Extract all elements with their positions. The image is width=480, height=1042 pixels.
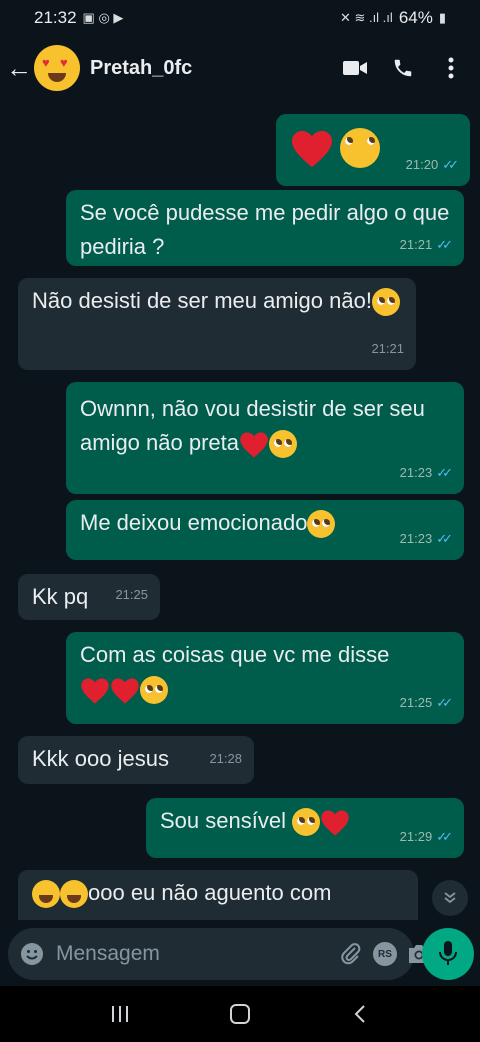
message-input[interactable] xyxy=(54,941,329,967)
microphone-icon xyxy=(439,941,457,965)
message-time: 21:25 xyxy=(399,695,433,710)
heart-emoji xyxy=(80,676,110,704)
back-arrow-icon[interactable]: ← xyxy=(6,53,34,84)
message-time: 21:23 xyxy=(399,531,433,546)
message-bubble[interactable]: Sou sensível 21:29 ✓✓ xyxy=(146,798,464,858)
read-ticks-icon: ✓✓ xyxy=(442,157,459,172)
message-time: 21:23 xyxy=(399,465,433,480)
battery-level: 64% xyxy=(398,8,433,27)
message-bubble[interactable]: 21:20 ✓✓ xyxy=(276,114,470,186)
message-text: Me deixou emocionado xyxy=(80,510,308,535)
battery-icon: ▮ xyxy=(438,10,446,25)
heart-emoji xyxy=(320,808,350,836)
more-options-icon[interactable] xyxy=(438,55,464,81)
pleading-face-emoji xyxy=(307,510,336,539)
scroll-to-bottom-button[interactable] xyxy=(432,880,468,916)
message-bubble[interactable]: ooo eu não aguento com xyxy=(18,870,418,920)
message-text: Sou sensível xyxy=(160,808,286,833)
message-text: ooo eu não aguento com xyxy=(88,880,332,905)
phone-icon[interactable] xyxy=(390,55,416,81)
avatar[interactable]: ♥ ♥ xyxy=(34,45,80,91)
paperclip-icon[interactable] xyxy=(339,939,363,969)
message-composer: RS xyxy=(8,928,429,980)
home-button[interactable] xyxy=(220,994,260,1034)
status-time: 21:32 xyxy=(34,8,77,27)
message-text: Não desisti de ser meu amigo não! xyxy=(32,288,372,313)
payment-icon[interactable]: RS xyxy=(373,939,397,969)
read-ticks-icon: ✓✓ xyxy=(436,829,453,844)
microphone-button[interactable] xyxy=(422,928,474,980)
pleading-face-emoji xyxy=(269,430,297,459)
read-ticks-icon: ✓✓ xyxy=(436,465,453,480)
heart-emoji xyxy=(110,676,140,704)
message-time: 21:29 xyxy=(399,829,433,844)
pleading-face-emoji xyxy=(292,808,321,837)
message-bubble[interactable]: Kkk ooo jesus 21:28 xyxy=(18,736,254,784)
message-time: 21:28 xyxy=(209,751,242,766)
chat-header: ← ♥ ♥ Pretah_0fc xyxy=(0,36,480,100)
read-ticks-icon: ✓✓ xyxy=(436,695,453,710)
heart-emoji xyxy=(290,128,334,168)
video-call-icon[interactable] xyxy=(342,55,368,81)
message-bubble[interactable]: Ownnn, não vou desistir de ser seu amigo… xyxy=(66,382,464,494)
signal-icons: ✕ ≋ .ıl .ıl xyxy=(339,10,393,25)
pleading-face-emoji xyxy=(340,128,381,168)
read-ticks-icon: ✓✓ xyxy=(436,237,453,252)
read-ticks-icon: ✓✓ xyxy=(436,531,453,546)
message-time: 21:21 xyxy=(371,341,404,356)
message-bubble[interactable]: Com as coisas que vc me disse 21:25 ✓✓ xyxy=(66,632,464,724)
message-text: Kkk ooo jesus xyxy=(32,746,169,771)
message-text: Kk pq xyxy=(32,584,89,609)
status-bar: 21:32 ▣ ◎ ▶ ✕ ≋ .ıl .ıl 64% ▮ xyxy=(0,0,480,36)
system-navigation-bar xyxy=(0,986,480,1042)
emoji-icon[interactable] xyxy=(20,939,44,969)
contact-name[interactable]: Pretah_0fc xyxy=(90,57,342,80)
message-bubble[interactable]: Se você pudesse me pedir algo o que pedi… xyxy=(66,190,464,266)
notification-icons: ▣ ◎ ▶ xyxy=(82,10,124,25)
laughing-emoji xyxy=(32,880,60,909)
message-text: Se você pudesse me pedir algo o que pedi… xyxy=(80,200,450,259)
message-time: 21:20 xyxy=(405,157,439,172)
message-time: 21:25 xyxy=(115,587,148,602)
rs-badge-label: RS xyxy=(373,942,397,966)
message-bubble[interactable]: Kk pq 21:25 xyxy=(18,574,160,620)
message-time: 21:21 xyxy=(399,237,433,252)
heart-emoji xyxy=(239,430,269,458)
message-bubble[interactable]: Me deixou emocionado 21:23 ✓✓ xyxy=(66,500,464,560)
pleading-face-emoji xyxy=(371,288,400,317)
chat-area[interactable]: 21:20 ✓✓ Se você pudesse me pedir algo o … xyxy=(0,100,480,920)
recent-apps-button[interactable] xyxy=(100,994,140,1034)
back-button[interactable] xyxy=(340,994,380,1034)
message-bubble[interactable]: Não desisti de ser meu amigo não! 21:21 xyxy=(18,278,416,370)
message-text: Com as coisas que vc me disse xyxy=(80,642,390,667)
pleading-face-emoji xyxy=(140,676,168,705)
laughing-emoji xyxy=(60,880,88,909)
